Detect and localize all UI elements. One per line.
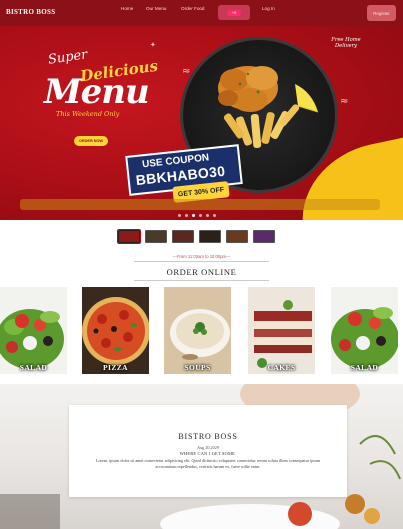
carousel-dot[interactable] <box>199 214 202 217</box>
divider-line <box>134 280 269 281</box>
carousel-thumbnail[interactable] <box>253 230 275 243</box>
about-subtitle: WHERE CAN I GET SOME. <box>179 451 237 456</box>
about-title: BISTRO BOSS <box>178 432 238 441</box>
carousel-thumbnails <box>117 229 275 244</box>
nav-link-order-food[interactable]: Order Food <box>181 6 205 11</box>
carousel-dot[interactable] <box>178 214 181 217</box>
salad-image <box>331 287 398 374</box>
carousel-dots[interactable] <box>178 214 216 217</box>
carousel-thumbnail[interactable] <box>117 229 141 244</box>
about-date: Aug 20,2029 <box>197 445 219 450</box>
hero-menu-title: Menu <box>44 72 150 112</box>
salad-image <box>0 287 67 374</box>
category-card-soups[interactable]: SOUPS <box>164 287 231 374</box>
category-card-cakes[interactable]: CAKES <box>248 287 315 374</box>
about-body-text: Lorem, ipsum dolor sit amet consectetur … <box>95 458 321 469</box>
category-card-salad-2[interactable]: SALAD <box>331 287 398 374</box>
carousel-dot[interactable] <box>213 214 216 217</box>
brand-logo[interactable]: BISTRO BOSS <box>6 8 55 16</box>
carousel-thumbnail[interactable] <box>172 230 194 243</box>
nav-link-home[interactable]: Home <box>121 6 133 11</box>
carousel-dot[interactable] <box>192 214 195 217</box>
hero-banner[interactable]: ≈ ≈ ✦ Super Delicious Menu This Weekend … <box>0 26 403 220</box>
divider-line <box>134 261 269 262</box>
cart-button[interactable]: +0 <box>218 5 250 20</box>
hero-legend-bar <box>20 199 380 210</box>
category-label-salad-2: SALAD <box>350 363 379 372</box>
carousel-thumbnail[interactable] <box>226 230 248 243</box>
decor-squiggle-icon: ≈ <box>340 96 349 107</box>
login-link[interactable]: Log In <box>262 6 275 11</box>
decor-squiggle-icon: ≈ <box>182 66 191 77</box>
carousel-dot[interactable] <box>185 214 188 217</box>
top-navbar: BISTRO BOSS Home Our Menu Order Food +0 … <box>0 0 403 26</box>
order-now-button[interactable]: ORDER NOW <box>74 136 108 146</box>
about-card: BISTRO BOSS Aug 20,2029 WHERE CAN I GET … <box>69 405 347 497</box>
cake-image <box>248 287 315 374</box>
order-online-heading: ORDER ONLINE <box>166 267 237 277</box>
cart-count-badge: +0 <box>227 9 241 16</box>
category-label-cakes: CAKES <box>267 363 296 372</box>
soup-image <box>164 287 231 374</box>
hero-weekend-text: This Weekend Only <box>56 110 120 118</box>
pizza-image <box>82 287 149 374</box>
register-button[interactable]: Register <box>367 5 396 21</box>
opening-hours: ---From 11:00am to 10:00pm--- <box>172 254 231 259</box>
hero-super-text: Super <box>47 47 89 68</box>
category-card-salad[interactable]: SALAD <box>0 287 67 374</box>
category-label-pizza: PIZZA <box>103 363 128 372</box>
carousel-thumbnail[interactable] <box>145 230 167 243</box>
home-delivery-text: Free Home Delivery <box>331 37 361 49</box>
carousel-thumbnail[interactable] <box>199 230 221 243</box>
nav-link-our-menu[interactable]: Our Menu <box>146 6 166 11</box>
category-label-soups: SOUPS <box>184 363 211 372</box>
category-card-pizza[interactable]: PIZZA <box>82 287 149 374</box>
decor-dots-icon: ✦ <box>150 41 156 49</box>
category-label-salad: SALAD <box>19 363 48 372</box>
page: BISTRO BOSS Home Our Menu Order Food +0 … <box>0 0 403 529</box>
carousel-dot[interactable] <box>206 214 209 217</box>
